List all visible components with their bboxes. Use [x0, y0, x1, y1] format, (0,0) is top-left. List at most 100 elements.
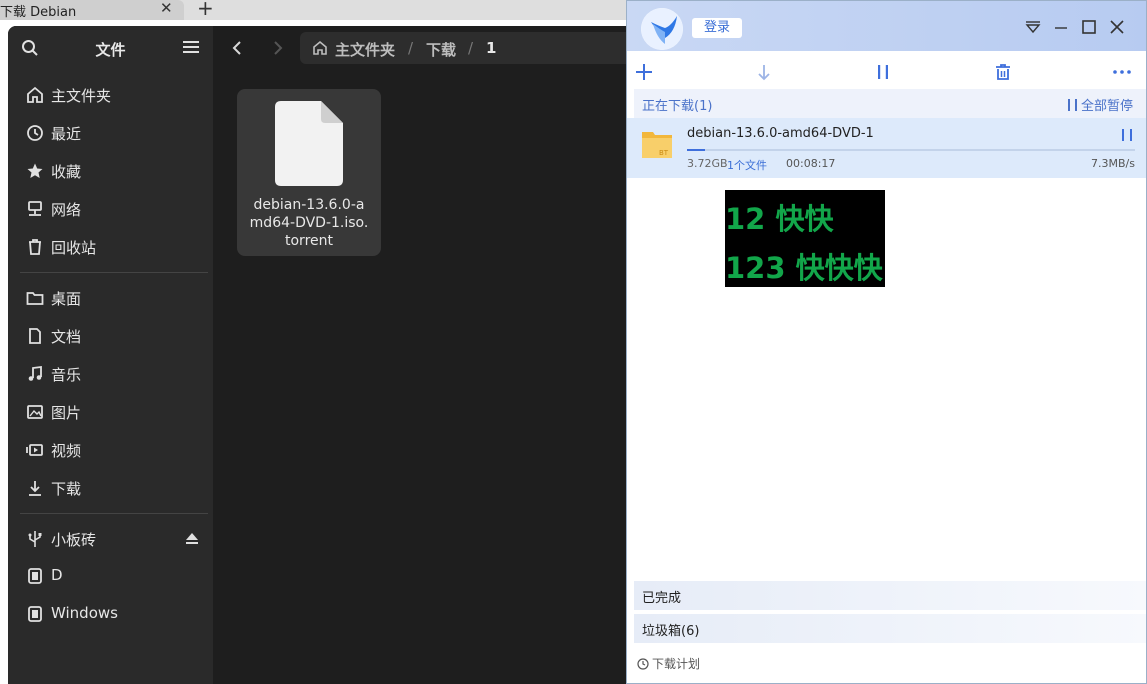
pause-all-label: 全部暂停: [1081, 99, 1134, 114]
task-time-remaining: 00:08:17: [786, 157, 836, 170]
new-tab-icon[interactable]: +: [197, 0, 214, 20]
path-separator: /: [468, 39, 474, 57]
file-manager-window: 文件 主文件夹 最近 收藏 网络 回收站 桌面 文档 音乐 图片 视频 下载 小…: [8, 26, 626, 684]
overlay-line: 123 快快快: [725, 251, 883, 285]
drive-icon: [28, 606, 42, 622]
sidebar-item-drive-windows[interactable]: Windows: [20, 597, 206, 631]
browser-tab[interactable]: 下载 Debian ✕: [0, 0, 184, 20]
bird-logo-icon: [641, 8, 683, 50]
star-icon: [27, 163, 43, 178]
task-size: 3.72GB: [687, 157, 728, 170]
completed-section-label: 已完成: [642, 591, 682, 606]
close-icon[interactable]: [1109, 19, 1125, 35]
sidebar-item-starred[interactable]: 收藏: [20, 154, 206, 188]
task-progress-fill: [687, 149, 705, 151]
menu-icon[interactable]: [183, 40, 199, 54]
file-icon: [275, 101, 343, 186]
network-icon: [28, 201, 42, 216]
sidebar-item-drive-d[interactable]: D: [20, 559, 206, 593]
bt-badge: BT: [659, 149, 669, 157]
sidebar-item-label: 最近: [51, 125, 82, 143]
browser-tab-bar: 下载 Debian ✕ +: [0, 0, 626, 20]
sidebar-item-music[interactable]: 音乐: [20, 357, 206, 391]
more-icon[interactable]: [1113, 63, 1131, 81]
download-manager-header: 登录: [627, 1, 1146, 51]
trash-section-label: 垃圾箱(6): [642, 624, 700, 639]
forward-arrow-icon[interactable]: [270, 39, 286, 57]
sidebar-item-documents[interactable]: 文档: [20, 319, 206, 353]
sidebar-item-downloads[interactable]: 下载: [20, 471, 206, 505]
path-segment-home[interactable]: 主文件夹: [335, 39, 395, 60]
trash-icon: [29, 239, 41, 255]
sidebar-item-label: 桌面: [51, 290, 82, 308]
sidebar-item-recent[interactable]: 最近: [20, 116, 206, 150]
video-icon: [26, 444, 43, 456]
eject-icon[interactable]: [183, 529, 201, 547]
pause-all-button[interactable]: 全部暂停: [1068, 95, 1133, 114]
pause-icon: [1068, 99, 1077, 111]
dropdown-icon[interactable]: [1025, 19, 1041, 35]
add-icon[interactable]: [635, 63, 653, 81]
home-icon: [313, 40, 327, 55]
sidebar-item-label: 小板砖: [51, 531, 97, 549]
downloading-section-header[interactable]: 正在下载(1) 全部暂停: [634, 89, 1146, 118]
download-task-row[interactable]: BT debian-13.6.0-amd64-DVD-1 3.72GB 1个文件…: [627, 118, 1146, 178]
delete-icon[interactable]: [994, 63, 1012, 81]
sidebar-item-label: D: [51, 566, 63, 584]
back-arrow-icon[interactable]: [229, 39, 245, 57]
sidebar-item-videos[interactable]: 视频: [20, 433, 206, 467]
task-pause-button[interactable]: [1122, 129, 1132, 141]
download-schedule-label: 下载计划: [652, 657, 701, 671]
sidebar-item-usb-drive[interactable]: 小板砖: [20, 522, 206, 556]
sidebar-item-pictures[interactable]: 图片: [20, 395, 206, 429]
sidebar-item-home[interactable]: 主文件夹: [20, 78, 206, 112]
folder-icon: [26, 292, 44, 305]
clock-icon: [637, 658, 649, 670]
sidebar-item-network[interactable]: 网络: [20, 192, 206, 226]
drive-icon: [28, 568, 42, 584]
path-segment-current[interactable]: 1: [486, 39, 496, 57]
home-icon: [27, 86, 43, 103]
overlay-line: 12 快快: [725, 202, 834, 236]
download-manager-window: 登录 正在下载(1) 全部暂停 BT debian-13.6.0-amd64-D…: [626, 0, 1147, 684]
sidebar-item-label: 收藏: [51, 163, 82, 181]
download-icon: [29, 481, 41, 496]
path-bar: 主文件夹 / 下载 / 1: [300, 32, 626, 64]
sidebar-item-label: 下载: [51, 480, 82, 498]
minimize-icon[interactable]: [1053, 19, 1069, 35]
completed-section-header[interactable]: 已完成: [634, 581, 1146, 610]
music-icon: [28, 365, 42, 381]
download-arrow-icon[interactable]: [755, 63, 773, 81]
sidebar: 文件 主文件夹 最近 收藏 网络 回收站 桌面 文档 音乐 图片 视频 下载 小…: [8, 26, 213, 684]
sidebar-item-desktop[interactable]: 桌面: [20, 281, 206, 315]
sidebar-item-label: Windows: [51, 604, 118, 622]
close-tab-icon[interactable]: ✕: [160, 0, 173, 17]
trash-section-header[interactable]: 垃圾箱(6): [634, 614, 1146, 643]
file-name: debian-13.6.0-amd64-DVD-1.iso.torrent: [249, 197, 369, 249]
task-speed: 7.3MB/s: [1091, 157, 1135, 170]
pause-icon[interactable]: [874, 63, 892, 81]
download-schedule-link[interactable]: 下载计划: [637, 655, 700, 672]
file-item[interactable]: debian-13.6.0-amd64-DVD-1.iso.torrent: [237, 89, 381, 256]
document-icon: [29, 328, 41, 344]
task-name: debian-13.6.0-amd64-DVD-1: [687, 126, 874, 141]
file-view: 主文件夹 / 下载 / 1 debian-13.6.0-amd64-DVD-1.…: [213, 26, 626, 684]
downloading-section-label: 正在下载(1): [642, 99, 713, 114]
clock-icon: [27, 125, 43, 141]
task-progress-bar: [687, 149, 1135, 151]
login-button[interactable]: 登录: [692, 18, 742, 38]
bt-folder-icon: BT: [642, 132, 672, 158]
browser-tab-title: 下载 Debian: [0, 5, 77, 20]
sidebar-item-trash[interactable]: 回收站: [20, 230, 206, 264]
sidebar-divider: [20, 513, 208, 514]
speed-overlay: 12 快快 123 快快快: [725, 190, 885, 287]
task-file-count-link[interactable]: 1个文件: [727, 157, 767, 173]
sidebar-header: 文件: [8, 26, 213, 70]
path-separator: /: [408, 39, 414, 57]
download-toolbar: [627, 51, 1146, 89]
maximize-icon[interactable]: [1081, 19, 1097, 35]
path-segment[interactable]: 下载: [426, 39, 456, 60]
sidebar-divider: [20, 272, 208, 273]
usb-icon: [28, 531, 42, 547]
image-icon: [27, 405, 43, 419]
